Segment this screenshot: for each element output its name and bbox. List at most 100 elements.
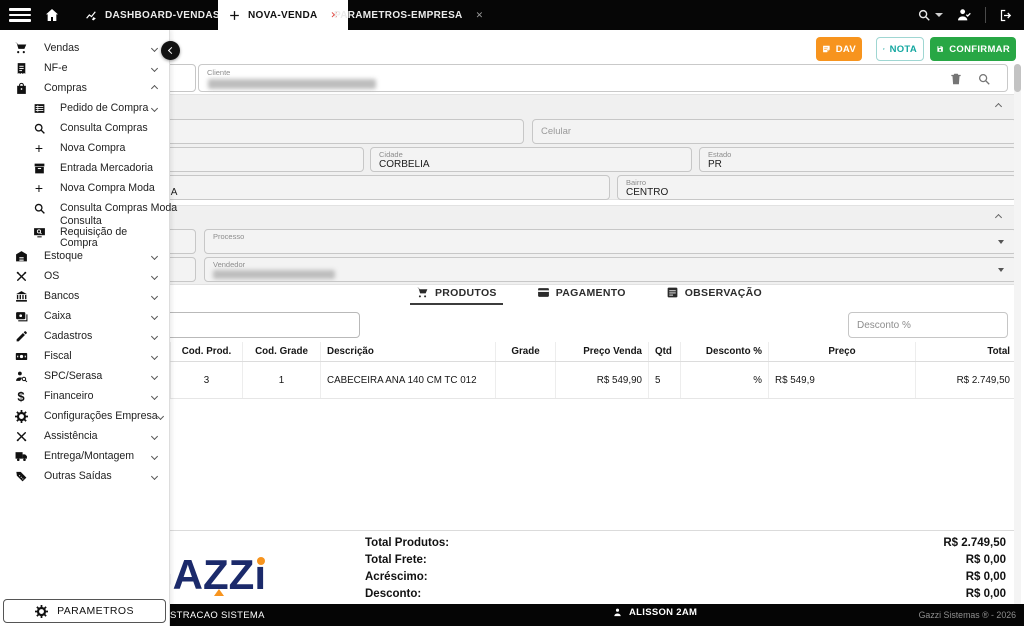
close-icon[interactable]: ✕	[476, 10, 484, 21]
warehouse-icon	[14, 249, 28, 263]
hamburger-menu-icon[interactable]	[9, 8, 31, 22]
sidebar-item-nova-compra-moda[interactable]: + Nova Compra Moda	[0, 178, 169, 198]
vendedor-select[interactable]: Vendedor	[204, 257, 1017, 282]
collapse-section-icon[interactable]	[995, 103, 1002, 110]
sidebar-item-bancos[interactable]: Bancos	[0, 286, 169, 306]
sidebar-item-pedido-de-compra[interactable]: Pedido de Compra	[0, 98, 169, 118]
statusbar-user: ALISSON 2AM	[612, 607, 697, 618]
col-total: Total	[916, 342, 1017, 362]
note-icon	[822, 43, 831, 55]
search-menu[interactable]	[917, 8, 943, 22]
sidebar-item-compras[interactable]: Compras	[0, 78, 169, 98]
logo-accent	[214, 589, 224, 596]
sidebar-item-spc-serasa[interactable]: SPC/Serasa	[0, 366, 169, 386]
estado-field[interactable]: Estado PR	[699, 147, 1017, 172]
col-preco: Preço	[769, 342, 916, 362]
note-icon	[883, 43, 885, 55]
parametros-button[interactable]: PARAMETROS	[3, 599, 166, 623]
cell-preco: R$ 549,9	[769, 362, 916, 399]
sidebar-item-configuracoes-empresa[interactable]: Configurações Empresa	[0, 406, 169, 426]
chevron-down-icon	[151, 104, 158, 111]
sidebar-item-entrada-mercadoria[interactable]: Entrada Mercadoria	[0, 158, 169, 178]
tab-pagamento[interactable]: PAGAMENTO	[531, 286, 632, 305]
chevron-down-icon	[151, 432, 158, 439]
scrollbar-thumb[interactable]	[1014, 64, 1021, 92]
dav-button[interactable]: DAV	[816, 37, 862, 61]
vendedor-value-redacted	[213, 270, 335, 279]
bairro-value: CENTRO	[626, 187, 668, 198]
cliente-value-redacted	[208, 79, 376, 89]
chevron-up-icon	[151, 84, 158, 91]
search-icon	[32, 201, 46, 215]
cell-grade	[496, 362, 556, 399]
chevron-down-icon	[151, 332, 158, 339]
processo-select[interactable]: Processo	[204, 229, 1017, 254]
cell-cod-prod: 3	[171, 362, 243, 399]
sidebar-item-consulta-compras[interactable]: Consulta Compras	[0, 118, 169, 138]
tab-produtos[interactable]: PRODUTOS	[410, 286, 503, 305]
search-icon[interactable]	[977, 72, 991, 86]
table-header-row: Cod. Prod. Cod. Grade Descrição Grade Pr…	[171, 342, 1017, 362]
cart-icon	[416, 286, 429, 299]
cidade-label: Cidade	[379, 150, 403, 159]
statusbar-left-text: STRACAO SISTEMA	[170, 610, 265, 621]
chevron-down-icon	[151, 392, 158, 399]
tab-observacao[interactable]: OBSERVAÇÃO	[660, 286, 768, 305]
sidebar-item-financeiro[interactable]: $ Financeiro	[0, 386, 169, 406]
col-cod-grade: Cod. Grade	[243, 342, 321, 362]
tab-parametros-empresa[interactable]: PARAMETROS-EMPRESA ✕	[324, 0, 493, 30]
top-bar: DASHBOARD-VENDAS ✕ NOVA-VENDA ✕ PARAMETR…	[0, 0, 1024, 30]
bag-icon	[14, 81, 28, 95]
sidebar-item-vendas[interactable]: Vendas	[0, 38, 169, 58]
nota-button[interactable]: NOTA	[876, 37, 924, 61]
telefone-field[interactable]	[151, 119, 524, 144]
cidade-field[interactable]: Cidade CORBELIA	[370, 147, 692, 172]
collapse-section-icon[interactable]	[995, 214, 1002, 221]
tools-icon	[14, 429, 28, 443]
bairro-label: Bairro	[626, 178, 646, 187]
chevron-down-icon	[151, 44, 158, 51]
processo-label: Processo	[213, 232, 244, 241]
sidebar-collapse-button[interactable]	[161, 41, 180, 60]
tab-label: NOVA-VENDA	[248, 10, 317, 21]
acrescimo-row: Acréscimo: R$ 0,00	[150, 568, 1016, 585]
cliente-field[interactable]: Cliente	[198, 64, 1008, 92]
copyright-text: Gazzi Sistemas ® - 2026	[919, 610, 1016, 620]
sidebar-item-nfe[interactable]: NF-e	[0, 58, 169, 78]
chevron-down-icon	[151, 372, 158, 379]
sidebar-item-outras-saidas[interactable]: Outras Saídas	[0, 466, 169, 486]
home-icon[interactable]	[44, 7, 60, 23]
discount-input[interactable]	[848, 312, 1008, 338]
note-icon	[666, 286, 679, 299]
trash-icon[interactable]	[949, 72, 963, 86]
confirmar-button[interactable]: CONFIRMAR	[930, 37, 1016, 61]
cep-field[interactable]	[151, 147, 364, 172]
sidebar-item-os[interactable]: OS	[0, 266, 169, 286]
cell-preco-venda: R$ 549,90	[556, 362, 649, 399]
chevron-down-icon	[151, 252, 158, 259]
user-check-icon[interactable]	[956, 7, 972, 23]
cell-qtd: 5	[649, 362, 681, 399]
monitor-search-icon	[32, 225, 46, 239]
endereco-field[interactable]: IA	[151, 175, 610, 200]
product-search-input[interactable]	[150, 312, 360, 338]
celular-label: Celular	[541, 126, 571, 137]
cidade-value: CORBELIA	[379, 159, 430, 170]
sidebar-item-nova-compra[interactable]: + Nova Compra	[0, 138, 169, 158]
sidebar-item-fiscal[interactable]: Fiscal	[0, 346, 169, 366]
sidebar-item-entrega-montagem[interactable]: Entrega/Montagem	[0, 446, 169, 466]
sidebar-item-assistencia[interactable]: Assistência	[0, 426, 169, 446]
sidebar-item-estoque[interactable]: Estoque	[0, 246, 169, 266]
tab-label: DASHBOARD-VENDAS	[105, 10, 220, 21]
person-search-icon	[14, 369, 28, 383]
celular-field[interactable]: Celular	[532, 119, 1017, 144]
table-row[interactable]: 3 1 CABECEIRA ANA 140 CM TC 012 R$ 549,9…	[171, 362, 1017, 399]
scrollbar-track[interactable]	[1014, 64, 1021, 606]
sidebar-item-consulta-requisicao[interactable]: Consulta Requisição de Compra	[0, 218, 169, 246]
logout-icon[interactable]	[999, 8, 1014, 23]
col-preco-venda: Preço Venda	[556, 342, 649, 362]
sidebar-item-caixa[interactable]: Caixa	[0, 306, 169, 326]
bairro-field[interactable]: Bairro CENTRO	[617, 175, 1017, 200]
products-table: Cod. Prod. Cod. Grade Descrição Grade Pr…	[170, 342, 1017, 399]
sidebar-item-cadastros[interactable]: Cadastros	[0, 326, 169, 346]
